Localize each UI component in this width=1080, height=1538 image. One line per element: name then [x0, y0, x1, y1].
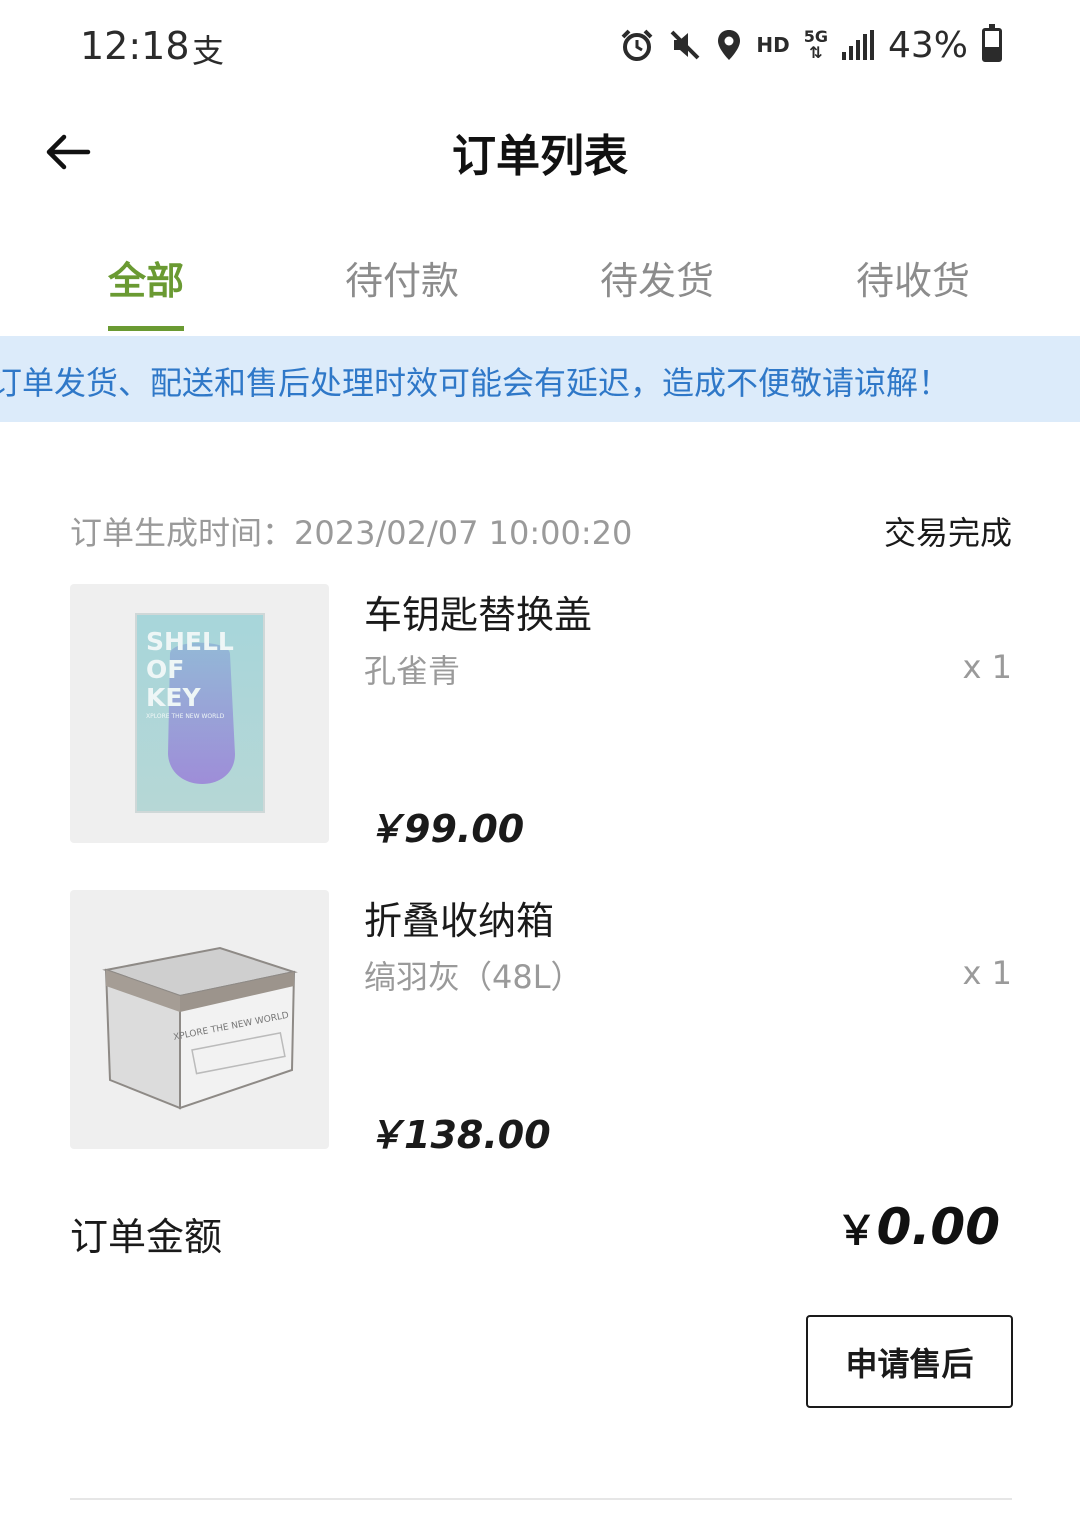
order-item[interactable]: XPLORE THE NEW WORLD 折叠收纳箱 缟羽灰（48L） x 1 …: [70, 890, 1012, 1157]
apply-after-sale-button[interactable]: 申请售后: [806, 1315, 1013, 1408]
data-arrows-icon: ⇅: [809, 43, 823, 62]
order-status: 交易完成: [883, 514, 1012, 552]
product-price: ￥138.00: [366, 1113, 551, 1157]
order-total-amount: ￥0.00: [837, 1198, 1000, 1256]
order-item[interactable]: SHELL OF KEY XPLORE THE NEW WORLD 车钥匙替换盖…: [70, 584, 1012, 851]
tab-pending-receipt[interactable]: 待收货: [813, 250, 1013, 305]
tab-pending-payment[interactable]: 待付款: [302, 250, 502, 305]
status-bar: 12:18 支 HD 5G ⇅ 43%: [0, 0, 1080, 92]
product-spec: 孔雀青: [364, 652, 461, 690]
order-header: 订单生成时间：2023/02/07 10:00:20 交易完成: [70, 508, 1012, 552]
order-total-row: 订单金额 ￥0.00: [70, 1198, 1000, 1259]
notice-text: 订单发货、配送和售后处理时效可能会有延迟，造成不便敬请谅解！: [0, 364, 951, 402]
alarm-icon: [621, 29, 653, 61]
mute-icon: [670, 30, 700, 60]
svg-text:SHELL: SHELL: [146, 627, 234, 656]
tab-all[interactable]: 全部: [46, 250, 246, 305]
hd-indicator: HD: [756, 33, 790, 57]
active-tab-indicator: [108, 326, 184, 331]
notice-banner: 订单发货、配送和售后处理时效可能会有延迟，造成不便敬请谅解！: [0, 336, 1080, 422]
order-time: 订单生成时间：2023/02/07 10:00:20: [70, 514, 633, 552]
product-image-key-cover: SHELL OF KEY XPLORE THE NEW WORLD: [70, 584, 329, 843]
location-icon: [718, 30, 741, 60]
product-quantity: x 1: [962, 648, 1012, 686]
product-name: 车钥匙替换盖: [364, 593, 593, 637]
product-name: 折叠收纳箱: [364, 899, 555, 943]
status-time: 12:18: [80, 24, 190, 68]
currency-symbol: ￥: [836, 1208, 877, 1254]
order-total-label: 订单金额: [70, 1215, 223, 1259]
signal-icon: [841, 30, 874, 60]
product-quantity: x 1: [962, 954, 1012, 992]
svg-text:OF: OF: [146, 655, 184, 684]
network-indicator: 5G ⇅: [803, 27, 828, 62]
product-spec: 缟羽灰（48L）: [364, 958, 583, 996]
product-image-storage-box: XPLORE THE NEW WORLD: [70, 890, 329, 1149]
battery-percent: 43%: [887, 24, 968, 66]
app-header: 订单列表: [0, 92, 1080, 212]
order-tabs: 全部 待付款 待发货 待收货: [0, 236, 1080, 336]
svg-text:KEY: KEY: [146, 683, 201, 712]
battery-icon: [982, 24, 1002, 62]
order-total-value: 0.00: [876, 1198, 1000, 1256]
tab-pending-shipment[interactable]: 待发货: [557, 250, 757, 305]
status-icons: HD 5G ⇅ 43%: [620, 22, 1002, 68]
page-title: 订单列表: [452, 131, 628, 182]
svg-text:XPLORE THE NEW WORLD: XPLORE THE NEW WORLD: [146, 713, 225, 720]
product-price: ￥99.00: [366, 807, 525, 851]
alipay-icon: 支: [192, 32, 225, 70]
divider: [70, 1498, 1012, 1500]
